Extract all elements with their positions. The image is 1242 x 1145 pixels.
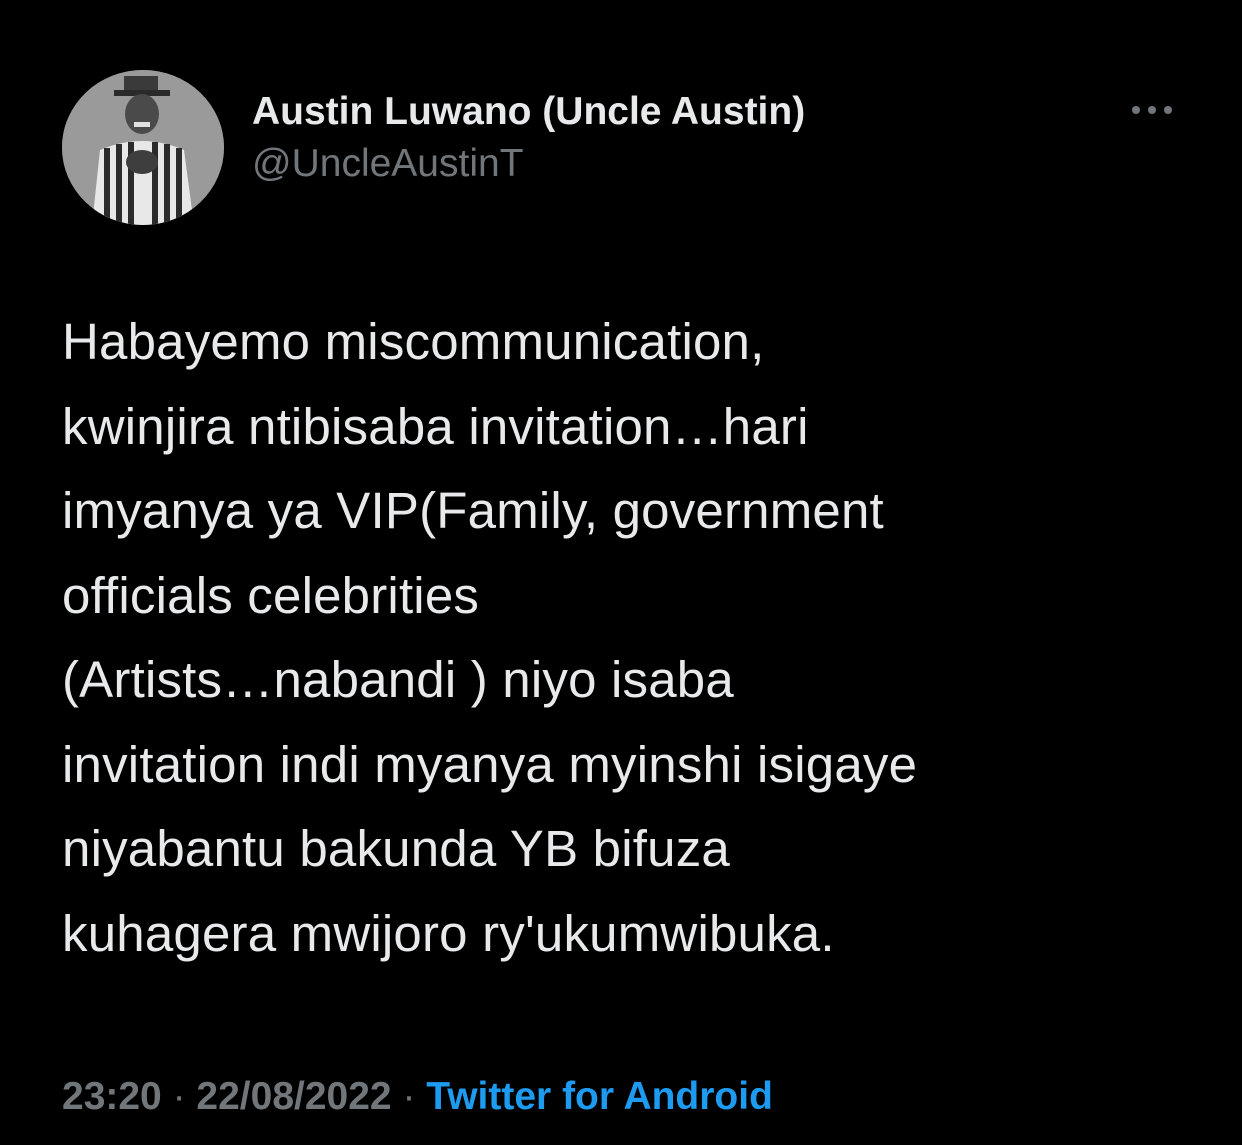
more-dot (1164, 106, 1172, 114)
tweet-header: Austin Luwano (Uncle Austin) @UncleAusti… (62, 70, 1182, 225)
more-dot (1148, 106, 1156, 114)
tweet-date[interactable]: 22/08/2022 (196, 1075, 391, 1118)
tweet: Austin Luwano (Uncle Austin) @UncleAusti… (0, 0, 1242, 1145)
tweet-text: Habayemo miscommunication, kwinjira ntib… (62, 313, 918, 962)
more-dot (1132, 106, 1140, 114)
profile-photo-icon (62, 70, 224, 225)
author-handle[interactable]: @UncleAustinT (252, 140, 805, 188)
tweet-source-link[interactable]: Twitter for Android (426, 1075, 773, 1118)
separator-dot: · (161, 1075, 197, 1118)
tweet-metadata: 23:20 · 22/08/2022 · Twitter for Android (62, 1070, 773, 1124)
author-names: Austin Luwano (Uncle Austin) @UncleAusti… (252, 88, 805, 188)
tweet-time[interactable]: 23:20 (62, 1075, 162, 1118)
author-display-name[interactable]: Austin Luwano (Uncle Austin) (252, 88, 805, 136)
avatar[interactable] (62, 70, 224, 225)
more-options-icon[interactable] (1128, 98, 1178, 122)
separator-dot: · (391, 1075, 427, 1118)
